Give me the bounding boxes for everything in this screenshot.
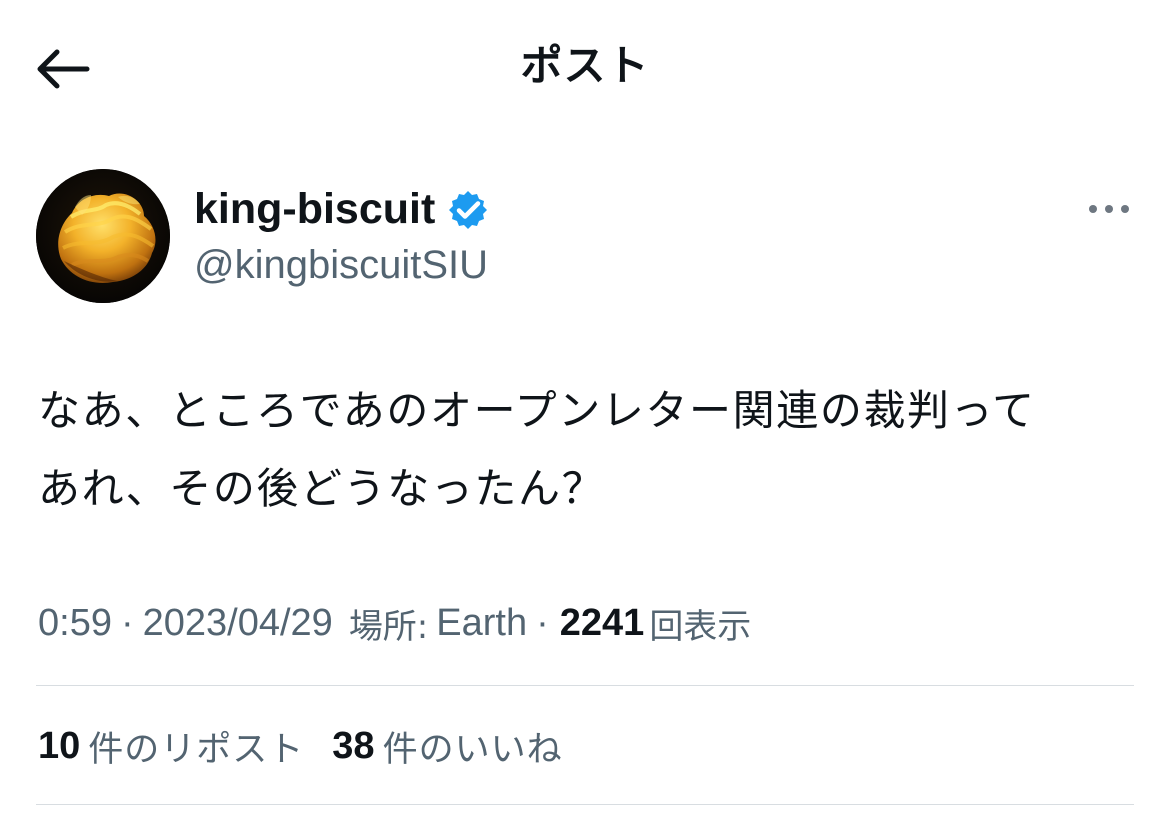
author-identity: king-biscuit @kingbiscuitSIU bbox=[194, 180, 914, 300]
biscuit-avatar bbox=[36, 169, 170, 303]
verified-badge-icon bbox=[447, 189, 489, 231]
like-label: 件のいいね bbox=[382, 729, 563, 770]
author-name-row: king-biscuit bbox=[194, 180, 489, 238]
metadata-separator: · bbox=[120, 601, 134, 644]
post-stats: 10 件のリポスト 38 件のいいね bbox=[38, 718, 563, 774]
stats-divider bbox=[36, 804, 1134, 805]
avatar[interactable] bbox=[36, 169, 170, 303]
location-value: Earth bbox=[436, 601, 528, 644]
metadata-separator: · bbox=[536, 601, 549, 644]
post-time[interactable]: 0:59 bbox=[38, 602, 112, 645]
post-date[interactable]: 2023/04/29 bbox=[143, 602, 333, 645]
page-title: ポスト bbox=[520, 41, 650, 90]
repost-label: 件のリポスト bbox=[88, 729, 305, 770]
post-detail-screen: ポスト king-biscuit @kingbiscuitSIU なあ、ところで… bbox=[0, 0, 1170, 817]
post-metadata: 0:59 · 2023/04/29 場所: Earth · 2241 回表示 bbox=[38, 595, 1138, 651]
view-count: 2241 bbox=[559, 601, 645, 644]
repost-count: 10 bbox=[38, 724, 81, 767]
post-text: なあ、ところであのオープンレター関連の裁判って あれ、その後どうなったん？ bbox=[38, 386, 1036, 513]
top-navigation-bar: ポスト bbox=[0, 0, 1170, 135]
more-options-button[interactable] bbox=[1080, 196, 1138, 222]
likes-stat[interactable]: 38 件のいいね bbox=[332, 718, 562, 774]
more-horizontal-icon bbox=[1089, 205, 1129, 213]
author-display-name[interactable]: king-biscuit bbox=[194, 180, 435, 238]
metadata-divider bbox=[36, 685, 1134, 686]
location-label: 場所: bbox=[348, 606, 429, 647]
like-count: 38 bbox=[332, 724, 375, 767]
author-handle[interactable]: @kingbiscuitSIU bbox=[194, 237, 488, 293]
post-detail: king-biscuit @kingbiscuitSIU なあ、ところであのオー… bbox=[0, 135, 1170, 817]
reposts-stat[interactable]: 10 件のリポスト bbox=[38, 718, 304, 774]
view-count-label: 回表示 bbox=[649, 606, 752, 647]
